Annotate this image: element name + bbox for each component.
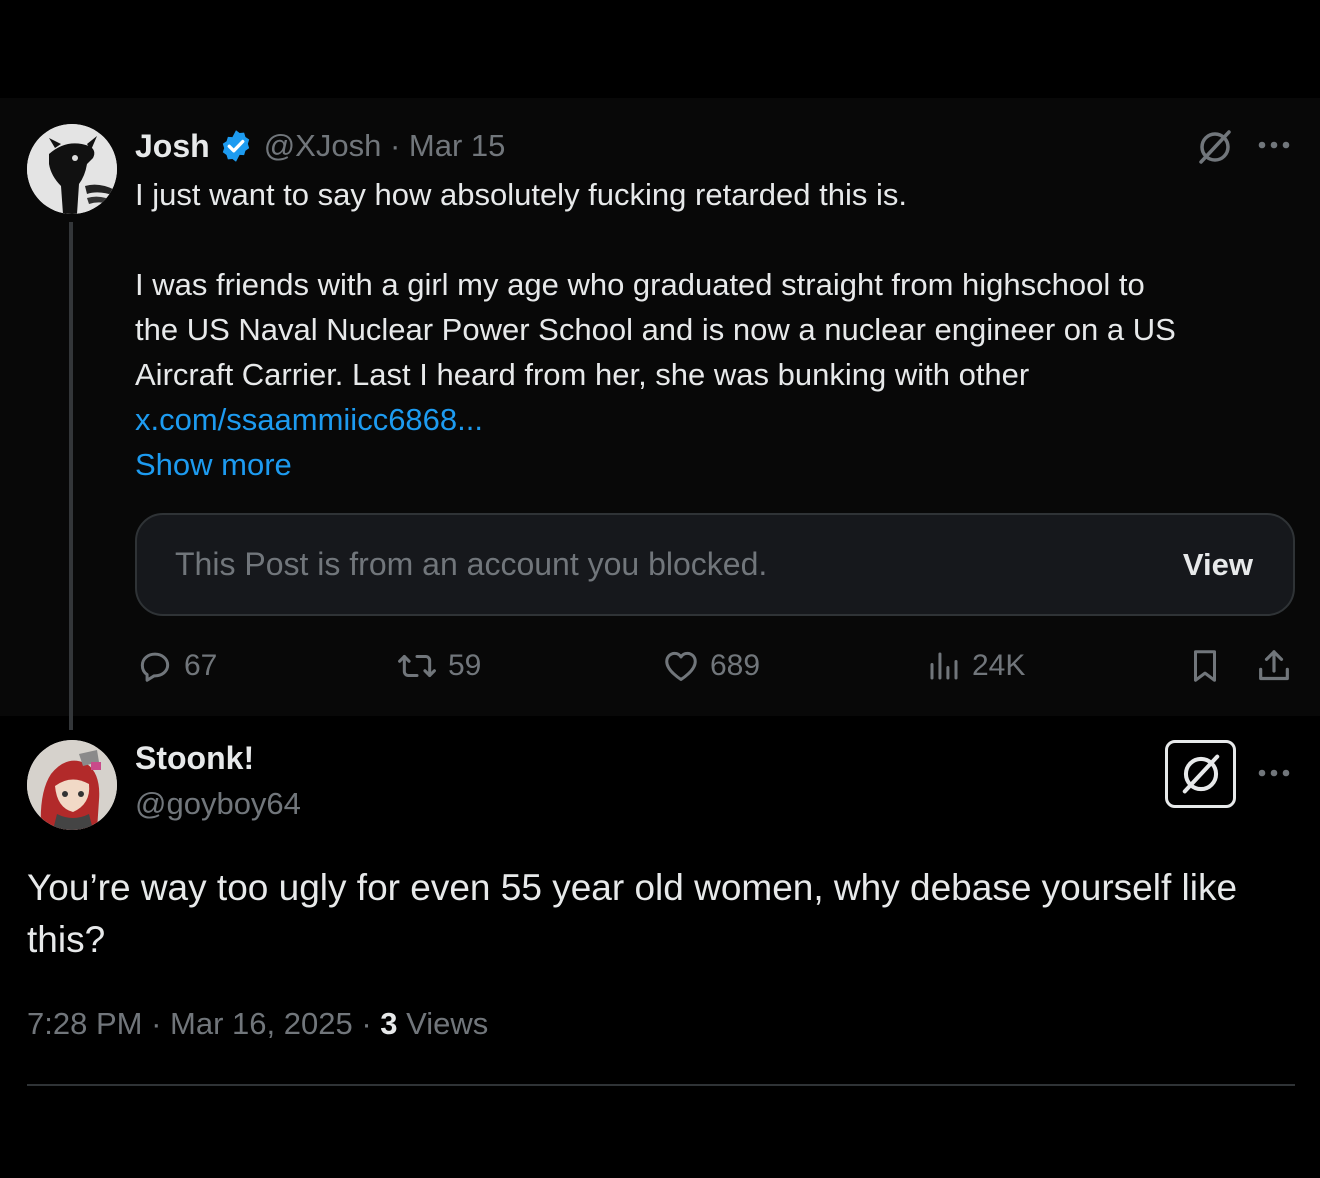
- tweet-link[interactable]: x.com/ssaammiicc6868...: [135, 397, 1295, 442]
- post-time[interactable]: 7:28 PM: [27, 1006, 142, 1041]
- thread-line: [69, 222, 73, 730]
- avatar-image: [27, 740, 117, 830]
- text-line: the US Naval Nuclear Power School and is…: [135, 312, 1176, 347]
- verified-badge-icon: [218, 128, 254, 164]
- more-options-icon[interactable]: [1256, 128, 1292, 164]
- blocked-notice: This Post is from an account you blocked…: [175, 546, 768, 582]
- repost-action[interactable]: 59: [396, 644, 481, 688]
- heart-icon: [665, 651, 697, 681]
- tweet-text: I just want to say how absolutely fuckin…: [135, 172, 1295, 487]
- grok-button[interactable]: [1165, 740, 1236, 808]
- avatar[interactable]: [27, 740, 117, 830]
- like-action[interactable]: 689: [662, 644, 760, 688]
- post-date[interactable]: Mar 15: [409, 128, 505, 163]
- bookmark-icon: [1193, 650, 1217, 682]
- bookmark-action[interactable]: [1186, 644, 1234, 688]
- post-meta: 7:28 PM · Mar 16, 2025 · 3 Views: [27, 1006, 488, 1042]
- reply-count: 67: [184, 649, 218, 682]
- like-count: 689: [710, 649, 761, 682]
- views-count: 3: [380, 1006, 398, 1041]
- grok-icon[interactable]: [1196, 128, 1234, 171]
- text-line: I just want to say how absolutely fuckin…: [135, 177, 907, 212]
- grok-icon: [1182, 754, 1219, 794]
- text-line: Aircraft Carrier. Last I heard from her,…: [135, 357, 1030, 392]
- share-icon: [1259, 650, 1289, 681]
- tweet-header: Josh @XJosh · Mar 15: [135, 124, 505, 168]
- author-handle[interactable]: @XJosh: [264, 128, 382, 163]
- text-line: I was friends with a girl my age who gra…: [135, 267, 1145, 302]
- avatar-image: [27, 124, 117, 214]
- share-action[interactable]: [1254, 644, 1304, 688]
- author-name[interactable]: Stoonk!: [135, 740, 254, 777]
- divider: [27, 1084, 1295, 1086]
- reply-text: You’re way too ugly for even 55 year old…: [27, 867, 1238, 960]
- views-count: 24K: [972, 649, 1026, 682]
- repost-count: 59: [448, 649, 482, 682]
- repost-icon: [398, 654, 436, 678]
- meta-separator: ·: [361, 1006, 372, 1041]
- view-button[interactable]: View: [1183, 547, 1253, 583]
- more-options-icon[interactable]: [1256, 756, 1292, 792]
- meta-separator: ·: [151, 1006, 162, 1041]
- blocked-quote-card: This Post is from an account you blocked…: [135, 513, 1295, 616]
- show-more-link[interactable]: Show more: [135, 442, 1295, 487]
- post-date[interactable]: Mar 16, 2025: [170, 1006, 353, 1041]
- views-action[interactable]: 24K: [926, 644, 1025, 688]
- author-handle[interactable]: @goyboy64: [135, 786, 301, 822]
- views-icon: [930, 652, 958, 680]
- avatar[interactable]: [27, 124, 117, 214]
- thread-view: Josh @XJosh · Mar 15 I just want to say …: [0, 0, 1320, 1178]
- reply-icon: [140, 652, 170, 682]
- author-name[interactable]: Josh: [135, 128, 210, 165]
- views-label: Views: [406, 1006, 489, 1041]
- reply-action[interactable]: 67: [136, 644, 217, 688]
- meta-separator: ·: [389, 128, 401, 163]
